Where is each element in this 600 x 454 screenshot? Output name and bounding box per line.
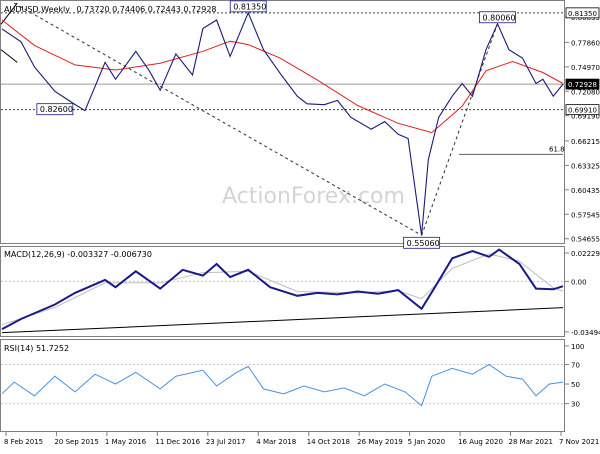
channel-line: [0, 49, 18, 63]
x-tick-label: 20 Sep 2015: [54, 438, 98, 446]
rsi-line: [1, 363, 564, 407]
y-tick-label: 0.00: [571, 278, 587, 286]
x-tick-label: 23 Jul 2017: [206, 438, 246, 446]
y-tick-label: 0.74970: [571, 64, 600, 72]
rsi-panel-frame: [0, 339, 565, 432]
watermark: ActionForex.com: [222, 184, 405, 209]
x-tick-label: 7 Nov 2021: [559, 438, 599, 446]
y-tick-label: 70: [571, 361, 580, 369]
y-tick-label: 0.57545: [571, 211, 600, 219]
x-tick-label: 1 May 2016: [105, 438, 147, 446]
y-tick-label: 0.63325: [571, 162, 600, 170]
y-tick-label: -0.034948: [571, 329, 600, 337]
x-tick-label: 5 Jan 2020: [408, 438, 446, 446]
price-level-label: 0.72928: [568, 81, 597, 89]
x-tick-label: 14 Oct 2018: [307, 438, 350, 446]
price-level-label: 0.69910: [568, 107, 597, 115]
y-tick-label: 100: [571, 343, 584, 351]
x-tick-label: 28 Mar 2021: [509, 438, 553, 446]
annotation-label: 0.81350: [233, 2, 266, 11]
macd-signal-line: [1, 253, 564, 326]
fib-label: 61.8: [549, 145, 565, 153]
x-tick-label: 4 Mar 2018: [256, 438, 296, 446]
chart-svg: ActionForex.com AUDUSD,Weekly 0.73720 0.…: [0, 0, 600, 446]
y-tick-label: 0.60435: [571, 187, 600, 195]
macd-line: [1, 248, 564, 330]
macd-title: MACD(12,26,9) -0.003327 -0.006730: [4, 250, 152, 259]
x-tick-label: 16 Aug 2020: [458, 438, 503, 446]
x-tick-label: 8 Feb 2015: [4, 438, 43, 446]
y-tick-label: 0.77860: [571, 39, 600, 47]
series-layer: [1, 11, 564, 407]
x-tick-label: 11 Dec 2016: [155, 438, 200, 446]
rsi-title: RSI(14) 51.7252: [4, 344, 69, 353]
annotation-label: 0.80060: [483, 13, 516, 22]
y-tick-label: 50: [571, 381, 580, 389]
y-tick-label: 0.54655: [571, 236, 600, 244]
x-tick-label: 26 May 2019: [357, 438, 403, 446]
macd-trendline: [1, 307, 564, 334]
swing-line: [421, 23, 498, 236]
y-tick-label: 0.022295: [571, 250, 600, 258]
y-tick-label: 0.66215: [571, 138, 600, 146]
chart-root: ActionForex.com AUDUSD,Weekly 0.73720 0.…: [0, 0, 600, 450]
swing-line: [13, 2, 422, 236]
y-tick-label: 30: [571, 401, 580, 409]
grid-layer: [0, 2, 569, 436]
annotation-label: 0.82600: [40, 105, 73, 114]
annotation-label: 0.55060: [407, 239, 440, 248]
price-level-label: 0.81350: [568, 10, 597, 18]
